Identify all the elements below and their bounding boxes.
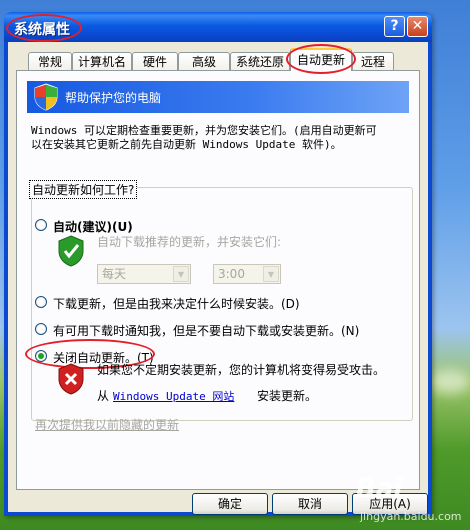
description-line-1: Windows 可以定期检查重要更新，并为您安装它们。(启用自动更新可 (31, 124, 377, 137)
highlight-tab-circle (286, 44, 356, 74)
red-shield-icon (58, 363, 84, 395)
from-text: 从 (97, 389, 110, 403)
close-button[interactable]: ✕ (407, 16, 428, 37)
help-button[interactable]: ? (384, 16, 405, 37)
ok-button[interactable]: 确定 (192, 493, 268, 515)
protection-banner: 帮助保护您的电脑 (27, 81, 409, 113)
banner-title: 帮助保护您的电脑 (65, 91, 162, 105)
time-select[interactable]: 3:00 ▼ (213, 264, 281, 284)
group-legend: 自动更新如何工作? (29, 180, 138, 199)
description-line-2: 以在安装其它更新之前先自动更新 Windows Update 软件)。 (31, 138, 342, 151)
tab-general[interactable]: 常规 (28, 52, 72, 70)
shield-icon (34, 83, 58, 111)
label-automatic-description: 自动下载推荐的更新，并安装它们: (97, 235, 282, 249)
cancel-button[interactable]: 取消 (272, 493, 348, 515)
watermark-url: jingyan.baidu.com (360, 510, 462, 523)
tab-hardware[interactable]: 硬件 (132, 52, 178, 70)
turn-off-warning: 如果您不定期安装更新，您的计算机将变得易受攻击。 (97, 363, 386, 377)
windows-update-link[interactable]: Windows Update 网站 (113, 388, 234, 404)
description-text: Windows 可以定期检查重要更新，并为您安装它们。(启用自动更新可 以在安装… (31, 124, 411, 152)
chevron-down-icon: ▼ (263, 266, 279, 282)
system-properties-window: 系统属性 ? ✕ 常规 计算机名 硬件 高级 系统还原 自动更新 远程 帮助保护… (4, 12, 432, 516)
chevron-down-icon: ▼ (173, 266, 189, 282)
day-select-value: 每天 (102, 267, 127, 281)
tab-computer-name[interactable]: 计算机名 (72, 52, 132, 70)
radio-automatic[interactable] (35, 219, 47, 231)
green-shield-icon (58, 235, 84, 267)
radio-notify[interactable] (35, 323, 47, 335)
hidden-updates-link[interactable]: 再次提供我以前隐藏的更新 (35, 416, 179, 433)
radio-download[interactable] (35, 296, 47, 308)
tab-remote[interactable]: 远程 (352, 52, 394, 70)
time-select-value: 3:00 (218, 267, 245, 281)
dialog-body: 常规 计算机名 硬件 高级 系统还原 自动更新 远程 帮助保护您的电脑 Wind… (8, 42, 428, 515)
label-notify[interactable]: 有可用下载时通知我，但是不要自动下载或安装更新。(N) (53, 322, 359, 339)
automatic-updates-panel: 帮助保护您的电脑 Windows 可以定期检查重要更新，并为您安装它们。(启用自… (16, 70, 420, 490)
day-select[interactable]: 每天 ▼ (97, 264, 191, 284)
tab-advanced[interactable]: 高级 (178, 52, 230, 70)
install-updates-suffix: 安装更新。 (257, 389, 318, 403)
highlight-title-circle (6, 14, 82, 42)
tab-system-restore[interactable]: 系统还原 (230, 52, 290, 70)
watermark-brand: Bai (356, 474, 403, 504)
label-download[interactable]: 下载更新，但是由我来决定什么时候安装。(D) (53, 295, 300, 312)
